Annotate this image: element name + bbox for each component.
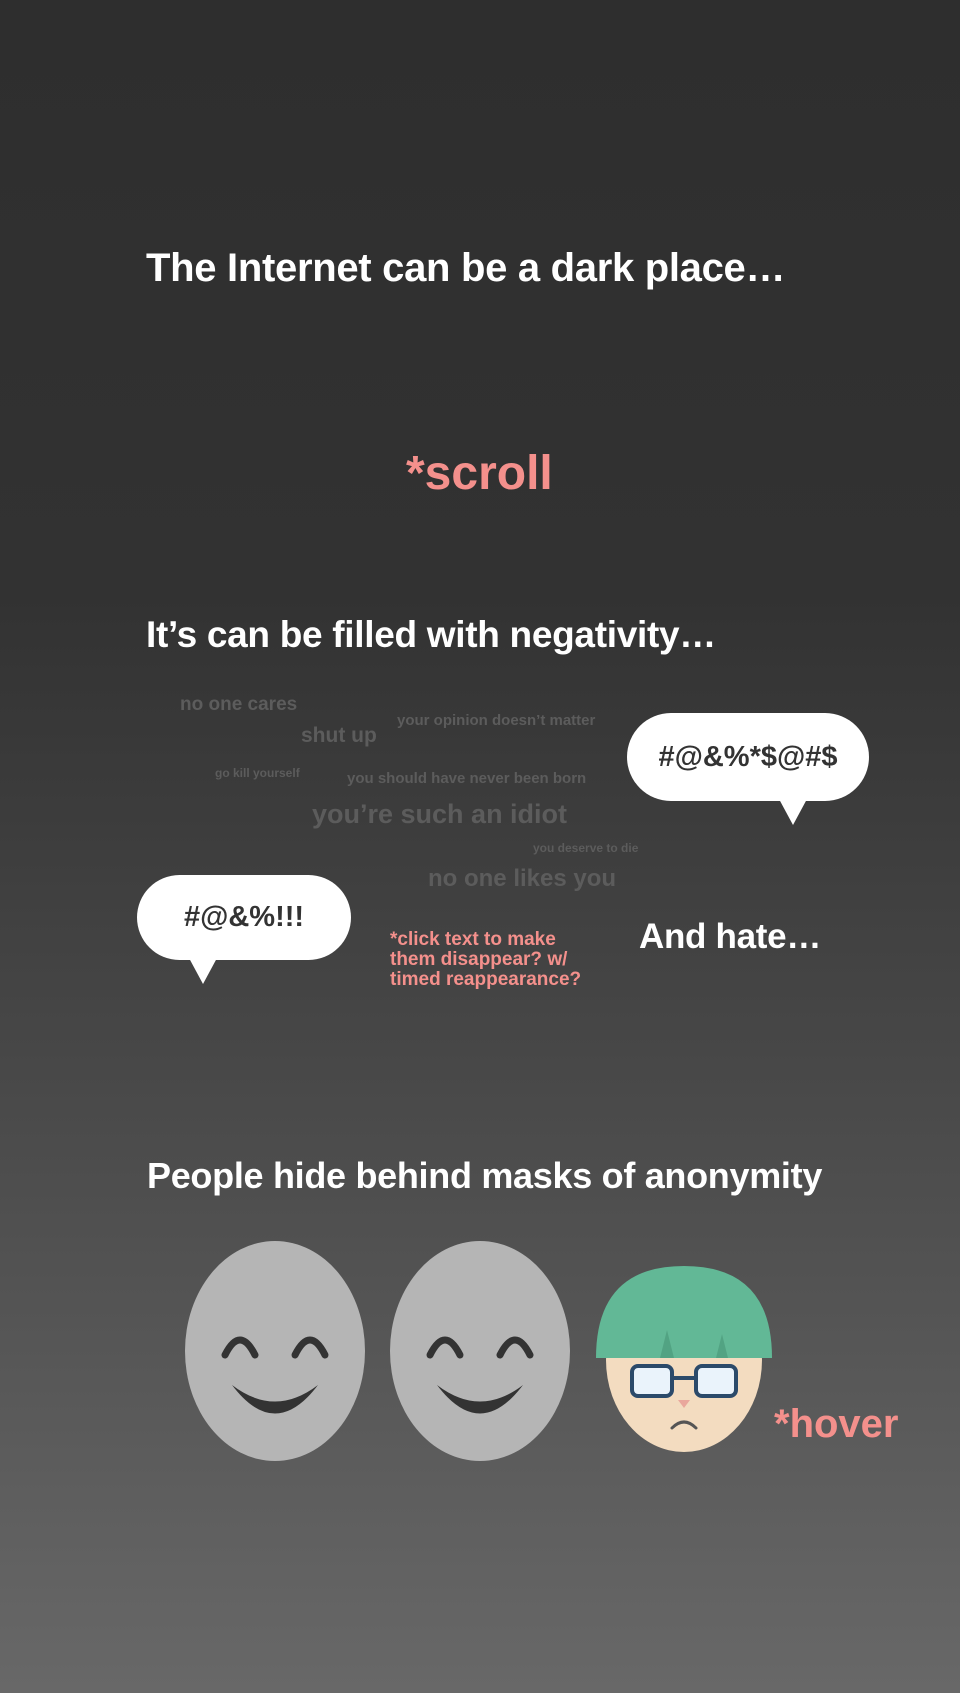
- click-note-line: timed reappearance?: [390, 969, 582, 990]
- click-note-line: *click text to make: [390, 929, 556, 950]
- bubble-tail: [189, 958, 217, 984]
- smiling-mask-icon[interactable]: [185, 1241, 365, 1461]
- scroll-hint[interactable]: *scroll: [406, 446, 553, 501]
- negative-phrase[interactable]: no one cares: [180, 694, 297, 716]
- hate-label: And hate…: [639, 917, 822, 956]
- negative-phrase[interactable]: go kill yourself: [215, 766, 300, 780]
- negative-phrase[interactable]: your opinion doesn’t matter: [397, 712, 595, 729]
- smiling-mask-icon[interactable]: [390, 1241, 570, 1461]
- negative-phrase[interactable]: you’re such an idiot: [312, 799, 567, 830]
- anonymity-heading: People hide behind masks of anonymity: [147, 1155, 823, 1196]
- bubble-tail: [779, 799, 807, 825]
- negativity-heading: It’s can be filled with negativity…: [146, 614, 716, 655]
- speech-bubble-right: #@&%*$@#$: [627, 713, 869, 825]
- negative-phrase[interactable]: no one likes you: [428, 865, 616, 893]
- click-note-line: them disappear? w/: [390, 949, 568, 970]
- bubble-right-text: #@&%*$@#$: [658, 740, 838, 773]
- hover-hint: *hover: [774, 1402, 899, 1446]
- negative-phrase[interactable]: you should have never been born: [347, 770, 586, 787]
- masks-illustration: [185, 1241, 772, 1461]
- negative-phrase[interactable]: you deserve to die: [533, 841, 638, 855]
- speech-bubble-left: #@&%!!!: [137, 875, 351, 984]
- sad-person-icon[interactable]: [596, 1266, 772, 1452]
- negative-phrase[interactable]: shut up: [301, 724, 377, 748]
- bubble-left-text: #@&%!!!: [183, 901, 305, 933]
- click-note: *click text to make them disappear? w/ t…: [390, 930, 581, 990]
- intro-heading: The Internet can be a dark place…: [146, 246, 786, 290]
